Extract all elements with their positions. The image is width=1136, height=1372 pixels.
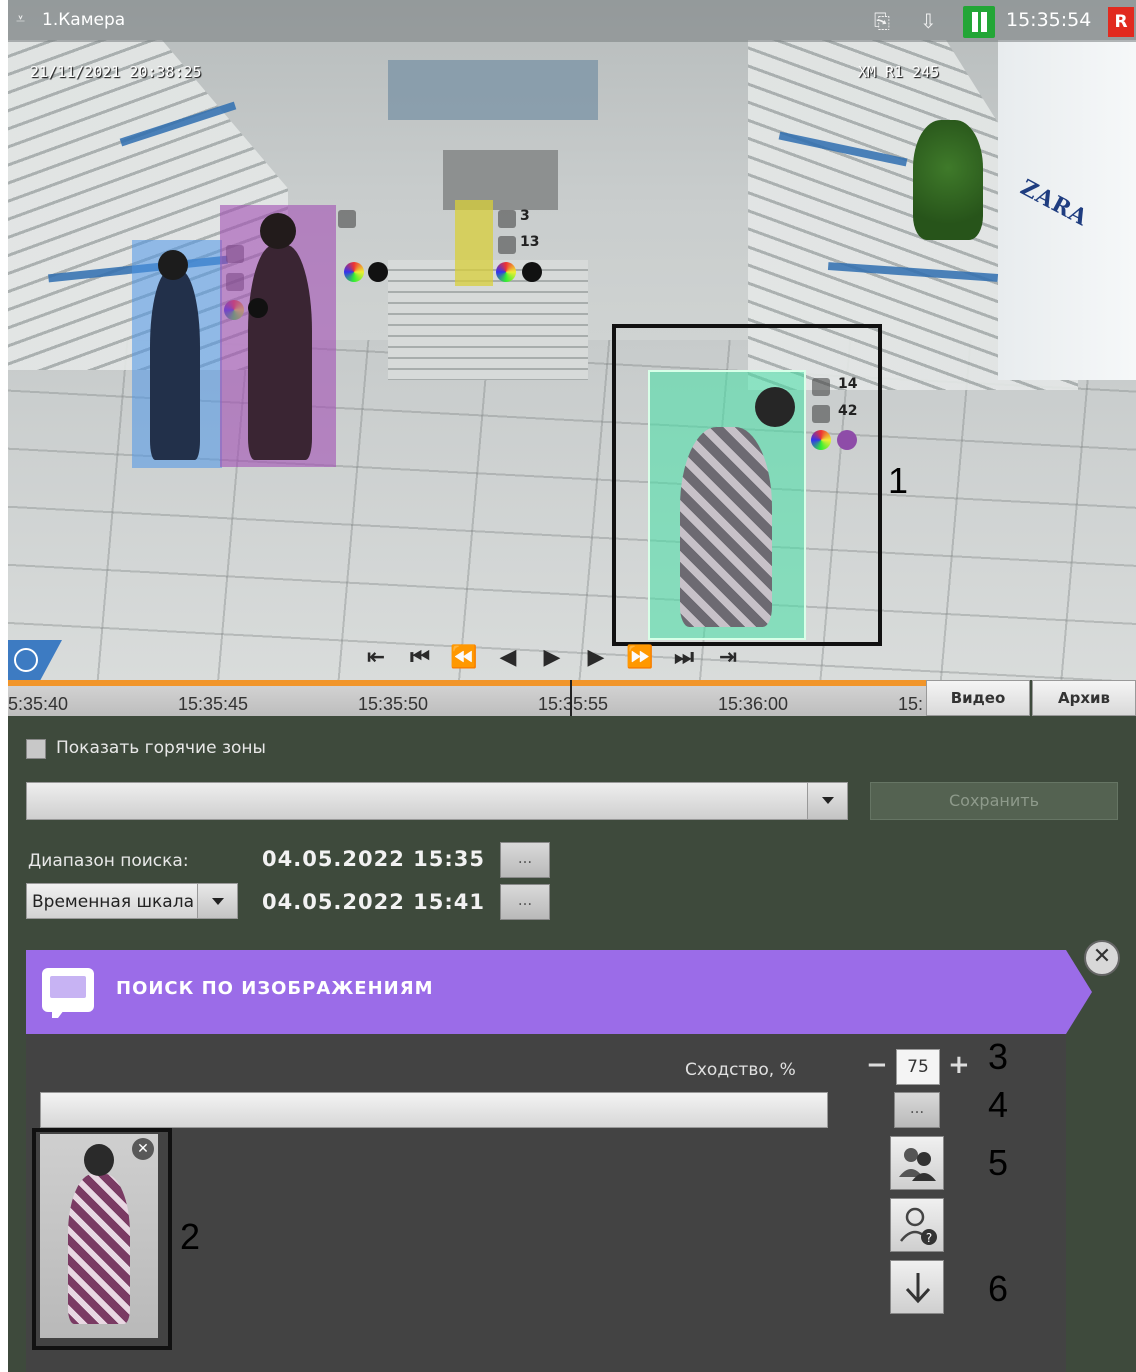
timeline-tick-label: 15:36:00 <box>718 694 789 714</box>
plant <box>913 120 983 240</box>
center-window <box>388 60 598 120</box>
timeline-tick-label: 15: <box>898 694 924 714</box>
callout-frame-1 <box>612 324 882 646</box>
play-icon[interactable]: ▶ <box>532 645 572 670</box>
height-value: 13 <box>520 234 540 250</box>
search-range-label: Диапазон поиска: <box>28 851 189 871</box>
close-search-button[interactable]: ✕ <box>1084 940 1120 976</box>
tab-archive[interactable]: Архив <box>1032 680 1136 716</box>
date-to: 04.05.2022 15:41 <box>262 890 486 914</box>
chevron-down-icon <box>212 898 224 905</box>
width-value: 3 <box>520 208 530 224</box>
color-swatch-icon <box>522 262 542 282</box>
chat-bubble-icon <box>42 968 94 1018</box>
color-swatch-icon <box>368 262 388 282</box>
callout-label-3: 3 <box>988 1036 1009 1077</box>
color-palette-icon <box>496 262 516 282</box>
svg-text:?: ? <box>926 1231 932 1245</box>
person-head <box>158 250 188 280</box>
range-mode-select[interactable]: Временная шкала <box>26 883 238 919</box>
callout-label-6: 6 <box>988 1268 1009 1309</box>
person-silhouette <box>248 245 312 460</box>
download-icon[interactable]: ⇩ <box>920 9 937 33</box>
similarity-label: Сходство, % <box>685 1060 796 1080</box>
recording-badge[interactable]: R <box>1108 7 1134 37</box>
prev-event-icon[interactable]: ⏮ <box>400 645 440 670</box>
detection-box-purple[interactable] <box>220 205 336 467</box>
callout-label-2: 2 <box>180 1216 201 1257</box>
export-results-button[interactable] <box>890 1260 944 1314</box>
detection-box-blue[interactable] <box>132 240 222 468</box>
image-search-title: ПОИСК ПО ИЗОБРАЖЕНИЯМ <box>116 978 434 999</box>
export-icon[interactable]: ⎘ <box>874 9 890 33</box>
playback-controls: ⇤ ⏮ ⏪ ◀ ▶ ▶ ⏩ ⏭ ⇥ <box>356 645 748 670</box>
height-icon <box>498 236 516 254</box>
timeline-tick-label: 15:35:50 <box>358 694 429 714</box>
callout-label-1: 1 <box>888 460 909 501</box>
browse-image-button[interactable]: ... <box>894 1092 940 1128</box>
frame-forward-icon[interactable]: ▶ <box>576 645 616 670</box>
image-path-input[interactable] <box>40 1092 828 1128</box>
person-silhouette <box>150 270 200 460</box>
arrow-down-icon <box>905 1273 931 1304</box>
person-head <box>260 213 296 249</box>
date-from-picker-button[interactable]: ... <box>500 842 550 878</box>
image-search-header[interactable]: ПОИСК ПО ИЗОБРАЖЕНИЯМ <box>26 950 1092 1034</box>
people-group-icon <box>899 1148 936 1181</box>
camera-title: 1.Камера <box>42 10 126 30</box>
timeline-archive-bar <box>8 680 926 686</box>
save-button[interactable]: Сохранить <box>870 782 1118 820</box>
menu-filter-icon[interactable]: ⩡ <box>16 9 25 29</box>
osd-camera-id: ХМ R1 245 <box>858 63 940 81</box>
callout-frame-2 <box>32 1128 172 1350</box>
callout-label-4: 4 <box>988 1084 1009 1125</box>
timeline-tick-label: 15:35:45 <box>178 694 249 714</box>
tab-video[interactable]: Видео <box>926 680 1030 716</box>
camera-video-view[interactable]: ZARA 21/11/2021 20:38:25 ХМ R1 245 3 13 <box>8 0 1136 680</box>
camera-title-bar: ⩡ 1.Камера ⎘ ⇩ 15:35:54 R <box>8 0 1136 42</box>
similarity-input[interactable]: 75 <box>896 1049 940 1085</box>
video-client-window: ZARA 21/11/2021 20:38:25 ХМ R1 245 3 13 <box>8 0 1136 1372</box>
next-event-icon[interactable]: ⏭ <box>664 645 704 670</box>
go-to-end-icon[interactable]: ⇥ <box>708 645 748 670</box>
fast-forward-icon[interactable]: ⏩ <box>620 645 660 670</box>
timeline-cursor[interactable] <box>570 680 572 716</box>
hot-zones-label: Показать горячие зоны <box>56 738 266 758</box>
select-dropdown-button[interactable] <box>197 884 237 918</box>
detection-box-yellow[interactable] <box>455 200 493 286</box>
frame-back-icon[interactable]: ◀ <box>488 645 528 670</box>
callout-label-5: 5 <box>988 1142 1009 1183</box>
date-from: 04.05.2022 15:35 <box>262 847 486 871</box>
rewind-icon[interactable]: ⏪ <box>444 645 484 670</box>
timeline-tick-label: 15:35:55 <box>538 694 609 714</box>
date-to-picker-button[interactable]: ... <box>500 884 550 920</box>
chevron-down-icon <box>822 797 834 804</box>
current-time: 15:35:54 <box>1006 9 1092 31</box>
similarity-decrease-button[interactable]: − <box>866 1050 888 1080</box>
range-mode-value: Временная шкала <box>32 892 194 912</box>
search-similar-people-button[interactable] <box>890 1136 944 1190</box>
similarity-increase-button[interactable]: + <box>948 1050 970 1080</box>
search-query-combo[interactable] <box>26 782 848 820</box>
color-palette-icon <box>344 262 364 282</box>
osd-datetime: 21/11/2021 20:38:25 <box>30 63 202 81</box>
width-icon <box>338 210 356 228</box>
identify-person-button[interactable]: ? <box>890 1198 944 1252</box>
go-to-start-icon[interactable]: ⇤ <box>356 645 396 670</box>
color-swatch-icon <box>248 298 268 318</box>
combo-dropdown-button[interactable] <box>807 783 847 819</box>
width-icon <box>498 210 516 228</box>
timeline[interactable]: 5:35:40 15:35:45 15:35:50 15:35:55 15:36… <box>8 680 926 716</box>
hot-zones-checkbox[interactable] <box>26 739 46 759</box>
pause-button[interactable] <box>963 6 995 38</box>
person-question-icon: ? <box>900 1207 937 1245</box>
timeline-tick-label: 5:35:40 <box>8 694 69 714</box>
